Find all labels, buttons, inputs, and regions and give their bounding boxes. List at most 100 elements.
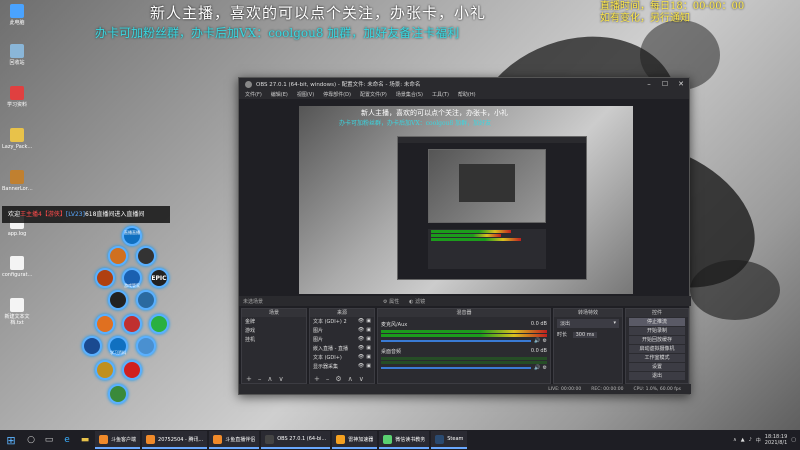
volume-icon[interactable]: ♪	[749, 437, 752, 443]
live-icon[interactable]	[122, 226, 142, 246]
taskbar-app[interactable]: 微信读书教务	[379, 431, 430, 449]
folder-icon[interactable]: ▬	[76, 430, 94, 450]
desktop-shortcut[interactable]: BannerLor…	[2, 170, 33, 192]
network-icon[interactable]: ▲	[741, 437, 745, 443]
menu-item[interactable]: 工具(T)	[432, 91, 449, 98]
game-icon[interactable]	[136, 336, 156, 356]
taskbar-app[interactable]: 20752504 - 腾讯...	[142, 431, 208, 449]
obs-titlebar[interactable]: OBS 27.0.1 (64-bit, windows) - 配置文件: 未命名…	[239, 78, 689, 90]
taskbar-app[interactable]: 斗鱼客户端	[95, 431, 141, 449]
control-button[interactable]: 开始录制	[629, 327, 685, 335]
control-button[interactable]: 工作室模式	[629, 354, 685, 362]
minimize-icon[interactable]: –	[641, 80, 657, 88]
source-item[interactable]: 文本 (GDI+) 2 👁 ▣	[310, 317, 374, 326]
source-item[interactable]: 文本 (GDI+) 👁 ▣	[310, 353, 374, 362]
close-icon[interactable]: ✕	[673, 80, 689, 88]
input-language[interactable]: 中	[756, 437, 761, 444]
desktop-shortcut[interactable]: Lazy_Pack…	[2, 128, 32, 150]
source-item[interactable]: 图片 👁 ▣	[310, 335, 374, 344]
transition-duration-input[interactable]: 300 ms	[572, 332, 598, 338]
control-button[interactable]: 启动虚拟摄像机	[629, 345, 685, 353]
scene-item[interactable]: 金牌	[242, 317, 306, 326]
visibility-icon[interactable]: 👁	[358, 327, 364, 334]
gear-icon[interactable]: ⚙	[335, 375, 341, 383]
lock-icon[interactable]: ▣	[366, 363, 371, 370]
lock-icon[interactable]: ▣	[366, 318, 371, 325]
lock-icon[interactable]: ▣	[366, 336, 371, 343]
control-button[interactable]: 开始回放缓存	[629, 336, 685, 344]
source-item[interactable]: 显示器采集 👁 ▣	[310, 362, 374, 371]
menu-item[interactable]: 文件(F)	[245, 91, 262, 98]
clock[interactable]: 18:18:19 2021/8/1	[765, 434, 787, 446]
wechat-icon[interactable]	[149, 314, 169, 334]
taskbar-app[interactable]: 雷神加速器	[332, 431, 378, 449]
down-icon[interactable]: ∨	[279, 375, 284, 383]
game-icon[interactable]	[95, 360, 115, 380]
windows-start-icon[interactable]: ⊞	[0, 430, 22, 450]
menu-item[interactable]: 场景集合(S)	[396, 91, 423, 98]
lock-icon[interactable]: ▣	[366, 345, 371, 352]
obs-window[interactable]: OBS 27.0.1 (64-bit, windows) - 配置文件: 未命名…	[238, 77, 691, 395]
menu-item[interactable]: 编辑(E)	[271, 91, 288, 98]
source-item[interactable]: 图片 👁 ▣	[310, 326, 374, 335]
desktop-shortcut[interactable]: 此电脑	[2, 4, 32, 26]
desktop-shortcut[interactable]: 新建文本文档.txt	[2, 298, 32, 326]
game-icon[interactable]	[95, 268, 115, 288]
menu-item[interactable]: 配置文件(P)	[360, 91, 387, 98]
control-button[interactable]: 停止推流	[629, 318, 685, 326]
speaker-icon[interactable]: 🔊	[534, 365, 540, 371]
properties-button[interactable]: ⚙ 属性	[383, 298, 399, 305]
volume-slider[interactable]	[381, 367, 532, 369]
remove-icon[interactable]: –	[326, 375, 330, 383]
chevron-up-icon[interactable]: ∧	[733, 437, 737, 443]
notification-icon[interactable]: ▢	[791, 437, 796, 443]
desktop-shortcut[interactable]: 回收站	[2, 44, 32, 66]
volume-slider[interactable]	[381, 340, 532, 342]
game-icon[interactable]	[95, 314, 115, 334]
up-icon[interactable]: ∧	[348, 375, 353, 383]
game-icon[interactable]	[108, 290, 128, 310]
add-icon[interactable]: +	[246, 375, 252, 383]
game-icon[interactable]	[136, 290, 156, 310]
transition-type-select[interactable]: 淡出 ▾	[557, 319, 619, 328]
down-icon[interactable]: ∨	[359, 375, 364, 383]
visibility-icon[interactable]: 👁	[358, 354, 364, 361]
visibility-icon[interactable]: 👁	[358, 336, 364, 343]
gear-icon[interactable]: ⚙	[543, 338, 547, 344]
menu-item[interactable]: 帮助(H)	[458, 91, 476, 98]
lock-icon[interactable]: ▣	[366, 327, 371, 334]
visibility-icon[interactable]: 👁	[358, 318, 364, 325]
control-button[interactable]: 退出	[629, 372, 685, 380]
search-icon[interactable]: ○	[22, 430, 40, 450]
lock-icon[interactable]: ▣	[366, 354, 371, 361]
remove-icon[interactable]: –	[258, 375, 262, 383]
desktop-shortcut[interactable]: configurat…	[2, 256, 33, 278]
scene-item[interactable]: 挂机	[242, 335, 306, 344]
visibility-icon[interactable]: 👁	[358, 363, 364, 370]
maximize-icon[interactable]: ☐	[657, 80, 673, 88]
game-icon[interactable]	[122, 314, 142, 334]
control-button[interactable]: 设置	[629, 363, 685, 371]
taskbar-app[interactable]: Steam	[431, 431, 468, 449]
netease-icon[interactable]	[122, 360, 142, 380]
filters-button[interactable]: ◐ 滤镜	[409, 298, 425, 305]
menu-item[interactable]: 停靠部件(D)	[323, 91, 351, 98]
task-view-icon[interactable]: ▭	[40, 430, 58, 450]
add-icon[interactable]: +	[314, 375, 320, 383]
taskbar-app[interactable]: OBS 27.0.1 (64-bi...	[261, 431, 331, 449]
game-icon[interactable]	[108, 384, 128, 404]
obs-preview[interactable]: 新人主播，喜欢的可以点个关注，办张卡，小礼 办卡可加粉丝群，办卡后加VX：coo…	[299, 106, 633, 294]
game-icon[interactable]	[108, 246, 128, 266]
desktop-shortcut[interactable]: 学习资料	[2, 86, 32, 108]
up-icon[interactable]: ∧	[267, 375, 272, 383]
edge-icon[interactable]: e	[58, 430, 76, 450]
visibility-icon[interactable]: 👁	[358, 345, 364, 352]
scene-item[interactable]: 游戏	[242, 326, 306, 335]
game-icon[interactable]	[82, 336, 102, 356]
gear-icon[interactable]: ⚙	[543, 365, 547, 371]
taskbar-app[interactable]: 斗鱼直播伴侣	[209, 431, 260, 449]
source-item[interactable]: 嵌入直播 - 直播 👁 ▣	[310, 344, 374, 353]
game-icon[interactable]	[136, 246, 156, 266]
speaker-icon[interactable]: 🔊	[534, 338, 540, 344]
menu-item[interactable]: 视图(V)	[297, 91, 314, 98]
